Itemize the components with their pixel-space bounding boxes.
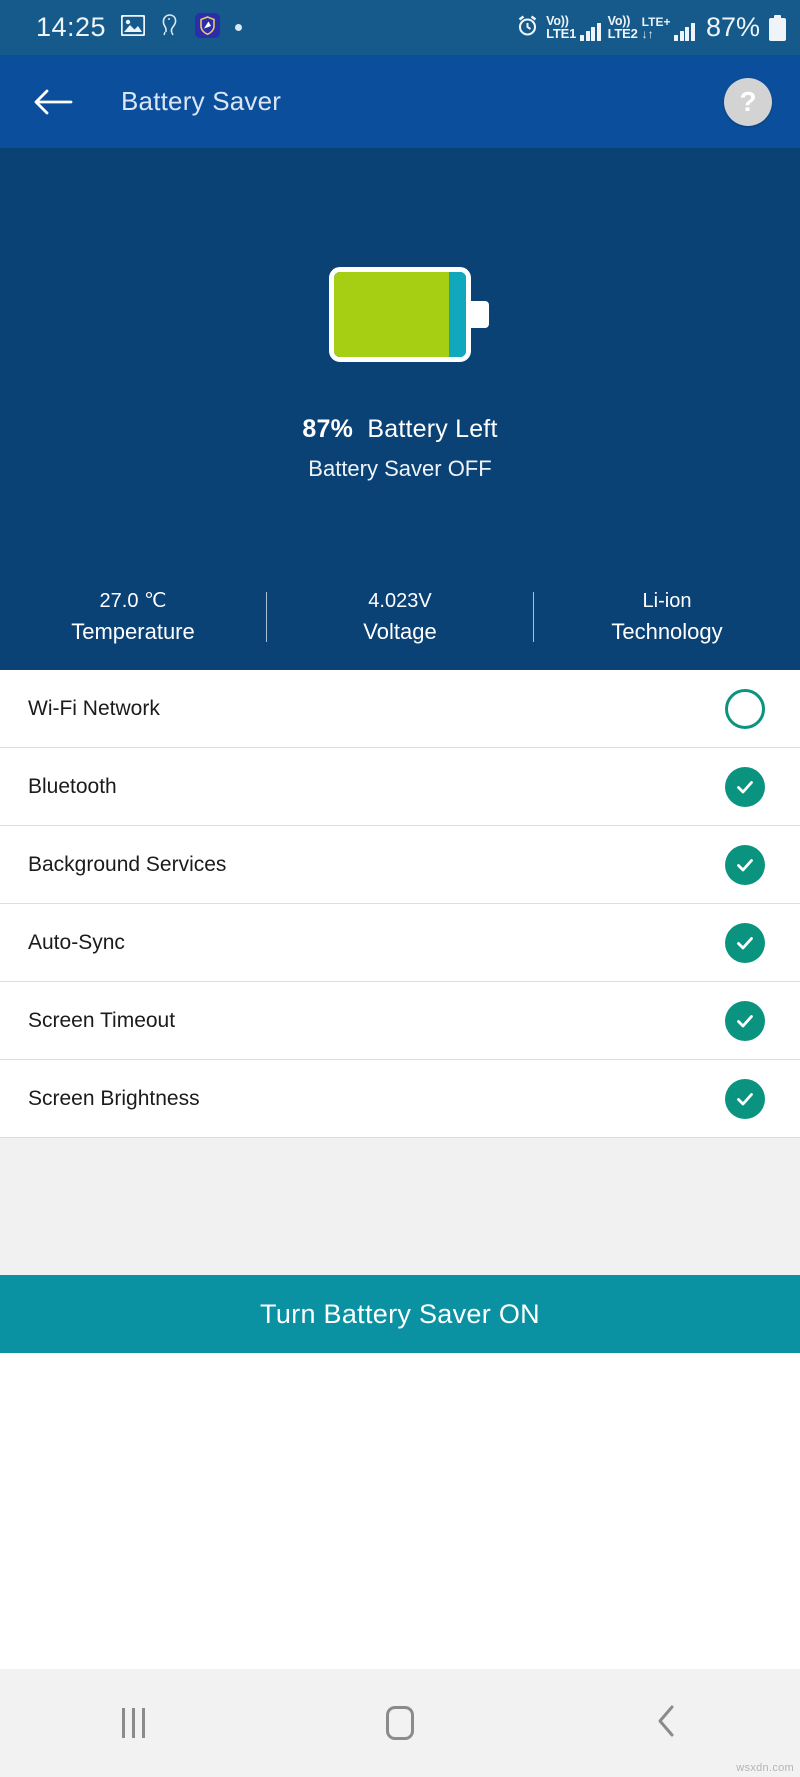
nav-back-icon xyxy=(654,1704,680,1743)
stat-voltage: 4.023V Voltage xyxy=(267,586,533,648)
turn-battery-saver-on-button[interactable]: Turn Battery Saver ON xyxy=(0,1275,800,1353)
option-checkbox-checked[interactable] xyxy=(725,1078,765,1119)
check-icon xyxy=(737,1014,753,1027)
battery-left-label: Battery Left xyxy=(367,415,498,443)
option-label: Screen Timeout xyxy=(28,1008,176,1032)
option-row[interactable]: Screen Timeout xyxy=(0,982,800,1060)
option-row[interactable]: Screen Brightness xyxy=(0,1060,800,1138)
data-transfer-icon: ↓↑ xyxy=(641,27,654,42)
check-icon xyxy=(737,780,753,793)
sim1-signal-icon xyxy=(580,22,601,41)
battery-left-line: 87% Battery Left xyxy=(302,415,497,444)
battery-percent-value: 87% xyxy=(302,415,354,443)
home-icon xyxy=(385,1706,414,1740)
option-label: Screen Brightness xyxy=(28,1086,200,1110)
battery-empty-level xyxy=(448,272,466,357)
stat-technology: Li-ion Technology xyxy=(534,586,800,648)
app-bar: Battery Saver ? xyxy=(0,55,800,148)
watermark: wsxdn.com xyxy=(736,1762,794,1774)
option-checkbox-checked[interactable] xyxy=(725,766,765,807)
battery-terminal-icon xyxy=(469,301,489,328)
recents-icon xyxy=(121,1708,145,1738)
sim1-status: Vo)) LTE1 xyxy=(546,14,601,42)
option-label: Wi-Fi Network xyxy=(28,696,160,720)
shield-app-icon xyxy=(195,12,221,43)
option-row[interactable]: Bluetooth xyxy=(0,748,800,826)
battery-saver-state: Battery Saver OFF xyxy=(308,456,492,481)
stat-temperature-value: 27.0 ℃ xyxy=(99,590,167,612)
recents-button[interactable] xyxy=(78,1688,188,1758)
check-icon xyxy=(737,1092,753,1105)
home-button[interactable] xyxy=(345,1688,455,1758)
status-battery-icon xyxy=(769,14,786,41)
battery-fill-level xyxy=(334,272,449,357)
stat-temperature-label: Temperature xyxy=(71,619,195,644)
sim2-signal-icon xyxy=(674,22,695,41)
battery-illustration xyxy=(311,267,489,362)
status-bar-right: Vo)) LTE1 Vo)) LTE2 LTE+ ↓↑ 87% xyxy=(516,12,786,43)
stat-technology-value: Li-ion xyxy=(642,590,692,612)
notification-dot-icon xyxy=(235,24,243,31)
bird-icon xyxy=(160,13,180,42)
status-battery-percent: 87% xyxy=(705,12,760,42)
option-label: Background Services xyxy=(28,852,227,876)
sim2-network-label: LTE2 xyxy=(607,26,638,42)
status-bar: 14:25 Vo)) LTE1 Vo)) LTE2 LTE+ ↓↑ 87% xyxy=(0,0,800,55)
option-checkbox-unchecked[interactable] xyxy=(725,688,765,729)
sim2-status: Vo)) LTE2 LTE+ ↓↑ xyxy=(607,14,695,42)
phone-screen: 14:25 Vo)) LTE1 Vo)) LTE2 LTE+ ↓↑ 87% Ba… xyxy=(0,0,800,1777)
battery-hero-panel: 87% Battery Left Battery Saver OFF 27.0 … xyxy=(0,148,800,670)
battery-shell xyxy=(329,267,471,362)
option-checkbox-checked[interactable] xyxy=(725,844,765,885)
page-title: Battery Saver xyxy=(121,86,282,116)
system-navigation-bar: wsxdn.com xyxy=(0,1669,800,1777)
battery-stats-row: 27.0 ℃ Temperature 4.023V Voltage Li-ion… xyxy=(0,586,800,648)
sim1-network-label: LTE1 xyxy=(546,26,577,42)
nav-back-button[interactable] xyxy=(612,1688,722,1758)
option-row[interactable]: Auto-Sync xyxy=(0,904,800,982)
option-label: Auto-Sync xyxy=(28,930,125,954)
battery-saver-options-list: Wi-Fi Network Bluetooth Background Service… xyxy=(0,670,800,1138)
option-checkbox-checked[interactable] xyxy=(725,922,765,963)
option-row[interactable]: Wi-Fi Network xyxy=(0,670,800,748)
status-bar-left: 14:25 xyxy=(36,12,243,43)
stat-voltage-label: Voltage xyxy=(363,619,437,644)
stat-temperature: 27.0 ℃ Temperature xyxy=(0,586,266,648)
option-row[interactable]: Background Services xyxy=(0,826,800,904)
stat-technology-label: Technology xyxy=(611,619,723,644)
stat-voltage-value: 4.023V xyxy=(368,590,432,612)
status-clock: 14:25 xyxy=(36,12,107,42)
help-button[interactable]: ? xyxy=(724,77,772,126)
option-checkbox-checked[interactable] xyxy=(725,1000,765,1041)
content-filler xyxy=(0,1353,800,1669)
list-bottom-spacer xyxy=(0,1138,800,1275)
back-button[interactable] xyxy=(30,79,76,125)
check-icon xyxy=(737,936,753,949)
option-label: Bluetooth xyxy=(28,774,117,798)
check-icon xyxy=(737,858,753,871)
image-icon xyxy=(120,13,146,41)
alarm-icon xyxy=(516,14,539,42)
